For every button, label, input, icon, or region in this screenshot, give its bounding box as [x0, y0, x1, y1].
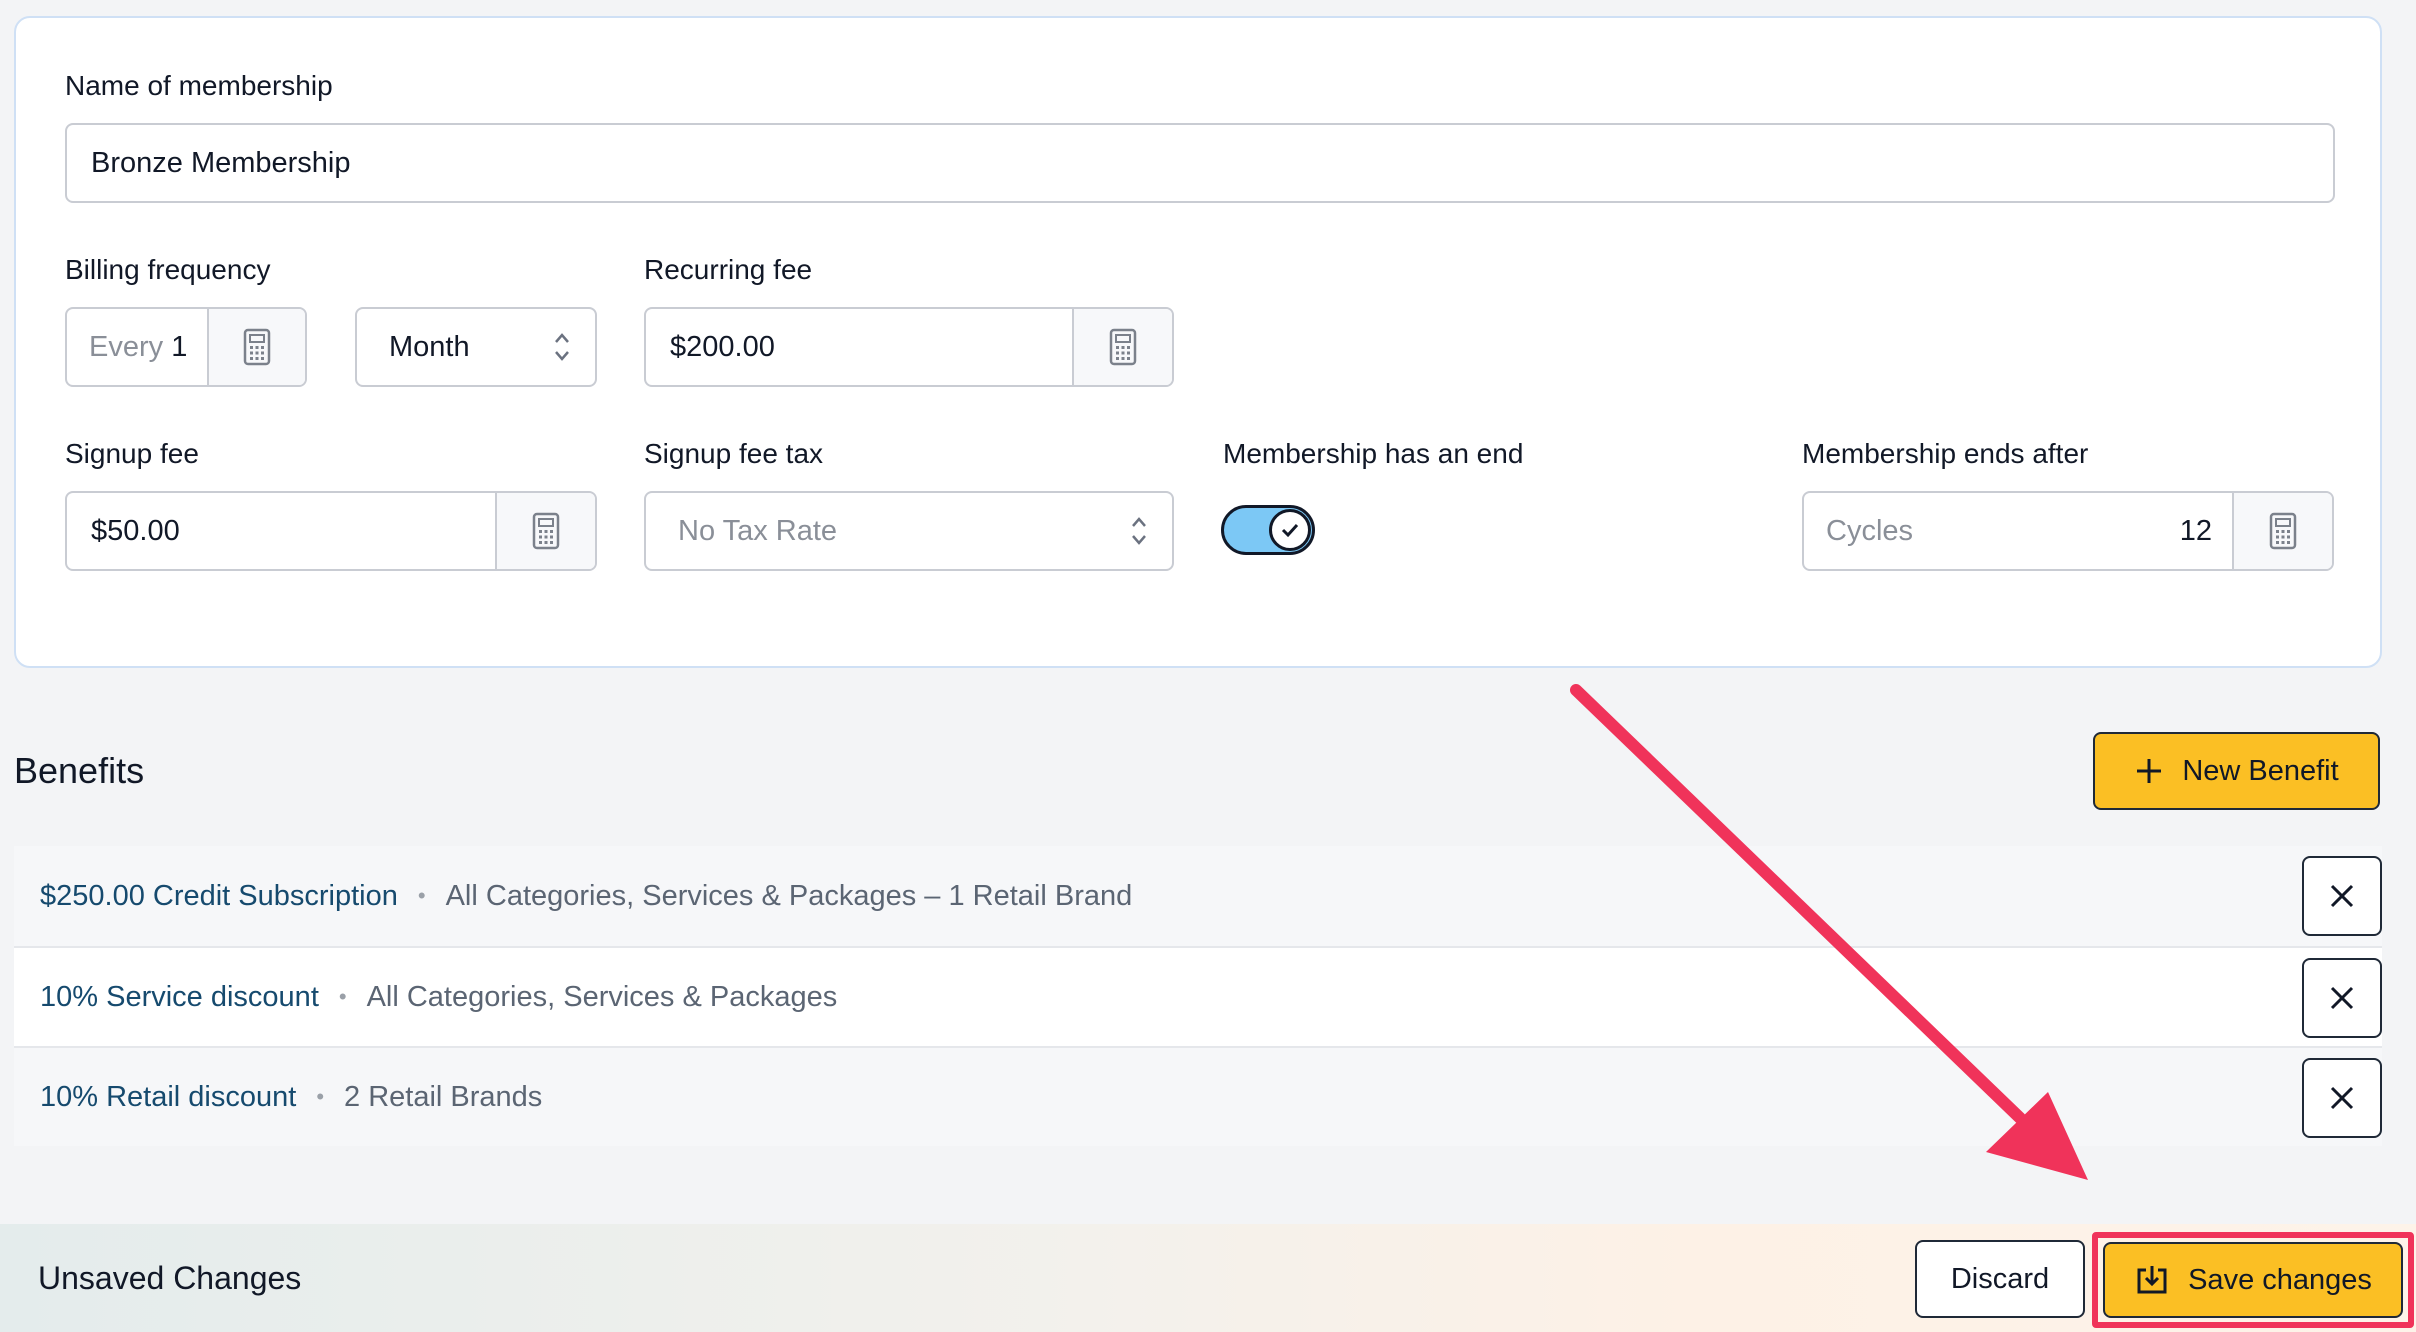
close-icon [2330, 986, 2354, 1010]
close-icon [2330, 884, 2354, 908]
signup-fee-tax-placeholder: No Tax Rate [678, 514, 838, 547]
list-item: $250.00 Credit Subscription • All Catego… [14, 846, 2382, 946]
list-item: 10% Service discount • All Categories, S… [14, 946, 2382, 1046]
calculator-icon[interactable] [2232, 493, 2332, 569]
check-icon [1269, 509, 1311, 551]
benefit-description: 2 Retail Brands [344, 1080, 543, 1113]
signup-fee-label: Signup fee [65, 438, 199, 469]
benefit-description: All Categories, Services & Packages – 1 … [445, 879, 1133, 912]
billing-every-prefix: Every [89, 330, 164, 363]
unsaved-changes-title: Unsaved Changes [38, 1260, 302, 1296]
save-changes-button[interactable]: Save changes [2103, 1242, 2403, 1318]
calculator-icon[interactable] [495, 493, 595, 569]
discard-button[interactable]: Discard [1915, 1240, 2085, 1318]
new-benefit-button[interactable]: New Benefit [2093, 732, 2380, 810]
recurring-fee-value: $200.00 [670, 330, 775, 363]
recurring-fee-input[interactable]: $200.00 [644, 307, 1174, 387]
name-label: Name of membership [65, 70, 333, 101]
billing-every-input[interactable]: Every 1 [65, 307, 307, 387]
separator-dot: • [316, 1084, 325, 1109]
name-input[interactable]: Bronze Membership [65, 123, 2335, 203]
ends-after-cycles-input[interactable]: Cycles 12 [1802, 491, 2334, 571]
calculator-icon[interactable] [207, 309, 305, 385]
membership-ends-after-label: Membership ends after [1802, 438, 2089, 469]
benefit-name[interactable]: $250.00 Credit Subscription [40, 880, 398, 913]
membership-has-end-label: Membership has an end [1223, 438, 1524, 469]
unsaved-changes-bar: Unsaved Changes Discard Save changes [0, 1224, 2416, 1332]
signup-fee-value: $50.00 [91, 514, 180, 547]
benefits-heading: Benefits [14, 750, 145, 791]
remove-benefit-button[interactable] [2302, 856, 2382, 936]
benefit-name[interactable]: 10% Retail discount [40, 1081, 296, 1114]
name-input-value: Bronze Membership [91, 146, 351, 179]
signup-fee-input[interactable]: $50.00 [65, 491, 597, 571]
remove-benefit-button[interactable] [2302, 958, 2382, 1038]
plus-icon [2137, 759, 2162, 783]
benefits-list: $250.00 Credit Subscription • All Catego… [14, 846, 2382, 1146]
ends-after-prefix: Cycles [1826, 514, 1914, 547]
close-icon [2330, 1086, 2354, 1110]
billing-period-select[interactable]: Month [355, 307, 597, 387]
benefit-description: All Categories, Services & Packages [366, 980, 838, 1013]
membership-has-end-toggle[interactable] [1221, 505, 1315, 555]
remove-benefit-button[interactable] [2302, 1058, 2382, 1138]
select-chevrons-icon [555, 333, 569, 361]
billing-frequency-label: Billing frequency [65, 254, 271, 285]
separator-dot: • [338, 984, 347, 1009]
save-changes-label: Save changes [2188, 1263, 2372, 1296]
save-download-icon [2137, 1266, 2167, 1294]
select-chevrons-icon [1132, 517, 1146, 545]
ends-after-value: 12 [2179, 514, 2212, 547]
signup-fee-tax-label: Signup fee tax [644, 438, 824, 469]
benefit-name[interactable]: 10% Service discount [40, 981, 319, 1014]
recurring-fee-label: Recurring fee [644, 254, 813, 285]
billing-every-value: 1 [171, 330, 188, 363]
signup-fee-tax-select[interactable]: No Tax Rate [644, 491, 1174, 571]
new-benefit-label: New Benefit [2182, 754, 2339, 787]
separator-dot: • [417, 883, 426, 908]
list-item: 10% Retail discount • 2 Retail Brands [14, 1046, 2382, 1146]
membership-form-card: Name of membership Bronze Membership Bil… [14, 16, 2382, 668]
calculator-icon[interactable] [1072, 309, 1172, 385]
